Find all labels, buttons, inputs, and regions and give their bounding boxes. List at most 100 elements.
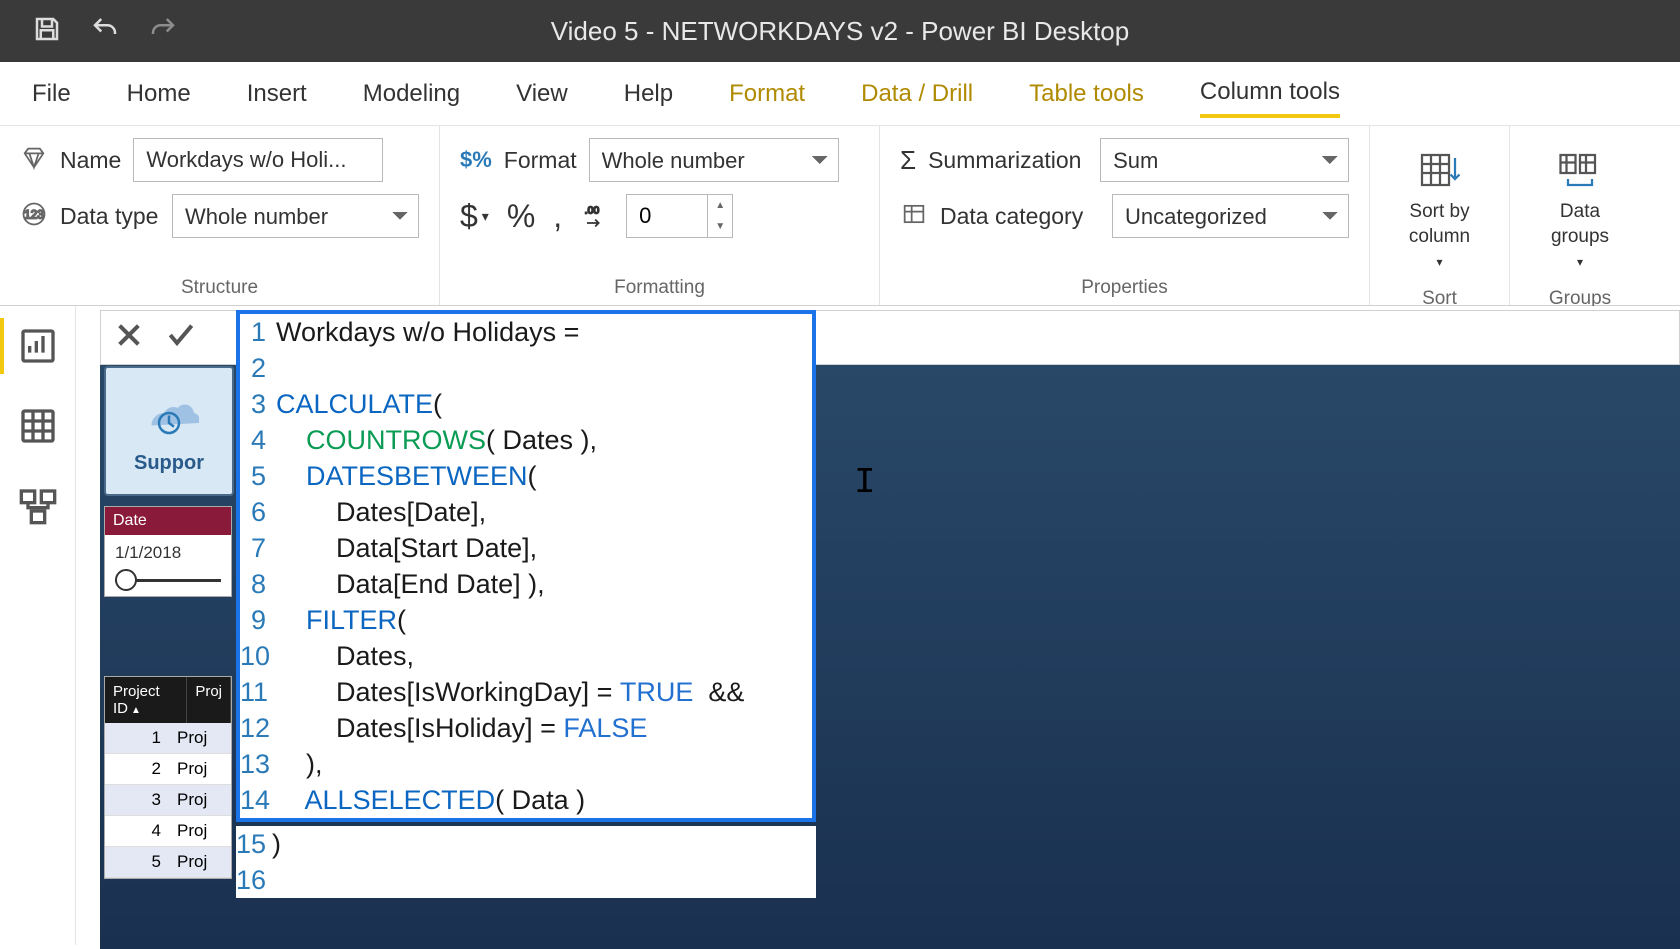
line-number: 13 xyxy=(240,746,276,782)
report-view-button[interactable] xyxy=(18,326,58,366)
editor-line[interactable]: 6 Dates[Date], xyxy=(240,494,812,530)
spin-down[interactable]: ▼ xyxy=(708,216,732,237)
tab-modeling[interactable]: Modeling xyxy=(363,72,460,116)
code-content[interactable]: Data[End Date] ), xyxy=(276,566,545,602)
tab-data-drill[interactable]: Data / Drill xyxy=(861,72,973,116)
dax-editor[interactable]: 1Workdays w/o Holidays = 23CALCULATE(4 C… xyxy=(236,310,816,822)
code-content[interactable]: DATESBETWEEN( xyxy=(276,458,537,494)
line-number: 2 xyxy=(240,350,276,386)
decimals-input[interactable] xyxy=(627,195,707,237)
slider-handle[interactable] xyxy=(115,569,137,591)
code-content[interactable]: Dates[IsWorkingDay] = TRUE && xyxy=(276,674,744,710)
editor-line[interactable]: 7 Data[Start Date], xyxy=(240,530,812,566)
percent-button[interactable]: % xyxy=(507,198,535,235)
support-tile[interactable]: Suppor xyxy=(104,366,234,496)
code-content[interactable]: Workdays w/o Holidays = xyxy=(276,314,587,350)
svg-text:.00: .00 xyxy=(585,205,600,217)
code-content[interactable]: Dates[IsHoliday] = FALSE xyxy=(276,710,647,746)
sort-by-column-button[interactable]: Sort bycolumn ▾ xyxy=(1390,138,1489,282)
line-number: 1 xyxy=(240,314,276,350)
datatype-icon: 123 xyxy=(20,200,48,233)
format-select[interactable]: Whole number xyxy=(589,138,839,182)
summarization-icon: Σ xyxy=(900,145,916,176)
data-view-button[interactable] xyxy=(18,406,58,446)
tab-format[interactable]: Format xyxy=(729,72,805,116)
data-groups-button[interactable]: Datagroups ▾ xyxy=(1530,138,1630,282)
line-number: 5 xyxy=(240,458,276,494)
properties-group-label: Properties xyxy=(900,271,1349,299)
tab-home[interactable]: Home xyxy=(127,72,191,116)
cancel-formula-icon[interactable] xyxy=(113,319,145,356)
line-number: 3 xyxy=(240,386,276,422)
summarization-label: Summarization xyxy=(928,147,1088,174)
editor-line[interactable]: 15) xyxy=(236,826,816,862)
editor-line[interactable]: 5 DATESBETWEEN( xyxy=(240,458,812,494)
decimal-button[interactable]: .00 xyxy=(580,202,608,230)
code-content[interactable]: Data[Start Date], xyxy=(276,530,537,566)
tab-column-tools[interactable]: Column tools xyxy=(1200,70,1340,118)
date-slicer-slider[interactable] xyxy=(105,571,231,596)
ribbon-tab-strip: File Home Insert Modeling View Help Form… xyxy=(0,62,1680,126)
editor-line[interactable]: 13 ), xyxy=(240,746,812,782)
datacategory-select[interactable]: Uncategorized xyxy=(1112,194,1349,238)
decimals-spinner[interactable]: ▲▼ xyxy=(626,194,733,238)
save-icon[interactable] xyxy=(32,14,62,49)
datacategory-icon xyxy=(900,200,928,233)
name-input[interactable] xyxy=(133,138,383,182)
editor-line[interactable]: 3CALCULATE( xyxy=(240,386,812,422)
editor-line[interactable]: 1Workdays w/o Holidays = xyxy=(240,314,812,350)
code-content[interactable]: COUNTROWS( Dates ), xyxy=(276,422,597,458)
currency-button[interactable]: $▾ xyxy=(460,198,489,235)
name-icon xyxy=(20,144,48,177)
editor-line[interactable]: 8 Data[End Date] ), xyxy=(240,566,812,602)
editor-line[interactable]: 16 xyxy=(236,862,816,898)
project-table[interactable]: Project ID▲ Proj 1Proj2Proj3Proj4Proj5Pr… xyxy=(104,676,232,879)
code-content[interactable]: FILTER( xyxy=(276,602,406,638)
date-slicer[interactable]: Date 1/1/2018 xyxy=(104,506,232,597)
tab-help[interactable]: Help xyxy=(624,72,673,116)
summarization-select[interactable]: Sum xyxy=(1100,138,1349,182)
undo-icon[interactable] xyxy=(90,14,120,49)
code-content[interactable]: Dates, xyxy=(276,638,414,674)
code-content[interactable]: Dates[Date], xyxy=(276,494,486,530)
line-number: 7 xyxy=(240,530,276,566)
canvas-area: Suppor Date 1/1/2018 Project ID▲ Proj 1P… xyxy=(0,306,1680,945)
editor-line[interactable]: 9 FILTER( xyxy=(240,602,812,638)
date-slicer-value[interactable]: 1/1/2018 xyxy=(105,535,231,571)
date-slicer-header: Date xyxy=(105,507,231,535)
table-row[interactable]: 2Proj xyxy=(105,754,231,785)
code-content[interactable]: ) xyxy=(272,826,281,862)
tab-table-tools[interactable]: Table tools xyxy=(1029,72,1144,116)
table-header-proj[interactable]: Proj xyxy=(187,677,231,723)
commit-formula-icon[interactable] xyxy=(165,319,197,356)
thousands-separator-button[interactable]: , xyxy=(553,198,562,235)
redo-icon[interactable] xyxy=(148,14,178,49)
tab-view[interactable]: View xyxy=(516,72,568,116)
line-number: 14 xyxy=(240,782,276,818)
table-row[interactable]: 4Proj xyxy=(105,816,231,847)
name-label: Name xyxy=(60,147,121,174)
editor-line[interactable]: 11 Dates[IsWorkingDay] = TRUE && xyxy=(240,674,812,710)
editor-line[interactable]: 10 Dates, xyxy=(240,638,812,674)
editor-line[interactable]: 4 COUNTROWS( Dates ), xyxy=(240,422,812,458)
line-number: 15 xyxy=(236,826,272,862)
table-header-project-id[interactable]: Project ID▲ xyxy=(105,677,187,723)
model-view-button[interactable] xyxy=(18,486,58,526)
tab-insert[interactable]: Insert xyxy=(247,72,307,116)
table-row[interactable]: 5Proj xyxy=(105,847,231,878)
code-content[interactable]: ALLSELECTED( Data ) xyxy=(276,782,585,818)
table-row[interactable]: 3Proj xyxy=(105,785,231,816)
editor-line[interactable]: 12 Dates[IsHoliday] = FALSE xyxy=(240,710,812,746)
datatype-select[interactable]: Whole number xyxy=(172,194,419,238)
titlebar: Video 5 - NETWORKDAYS v2 - Power BI Desk… xyxy=(0,0,1680,62)
editor-line[interactable]: 2 xyxy=(240,350,812,386)
spin-up[interactable]: ▲ xyxy=(708,195,732,216)
table-header: Project ID▲ Proj xyxy=(105,677,231,723)
table-row[interactable]: 1Proj xyxy=(105,723,231,754)
code-content[interactable]: CALCULATE( xyxy=(276,386,442,422)
editor-line[interactable]: 14 ALLSELECTED( Data ) xyxy=(240,782,812,818)
ribbon: Name 123 Data type Whole number Structur… xyxy=(0,126,1680,306)
dax-editor-overflow[interactable]: 15)16 xyxy=(236,826,816,898)
code-content[interactable]: ), xyxy=(276,746,323,782)
tab-file[interactable]: File xyxy=(32,72,71,116)
